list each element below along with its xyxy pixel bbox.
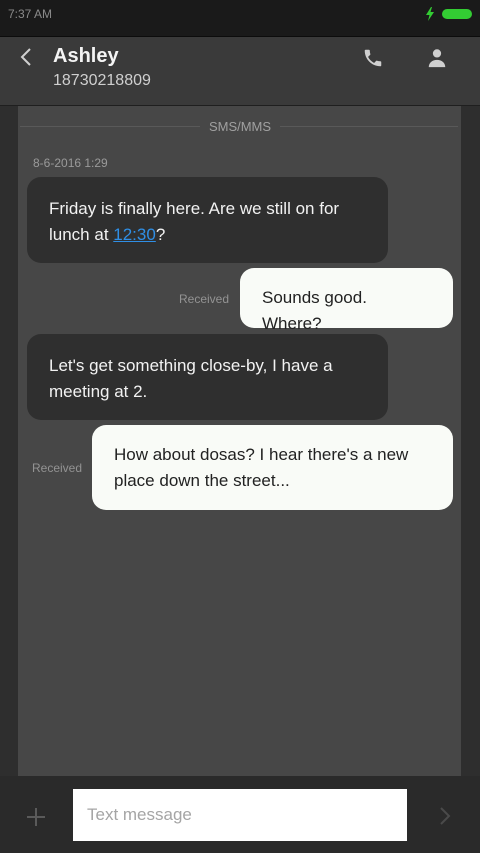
charging-bolt-icon [426, 7, 434, 21]
time-link[interactable]: 12:30 [113, 225, 156, 244]
separator-line [280, 126, 458, 127]
status-bar: 7:37 AM [0, 0, 480, 37]
phone-icon[interactable] [362, 47, 384, 69]
person-icon[interactable] [426, 47, 448, 69]
message-text: Friday is finally here. Are we still on … [49, 199, 340, 244]
left-gutter [0, 106, 18, 776]
send-icon[interactable] [438, 805, 452, 827]
message-date: 8-6-2016 1:29 [33, 156, 108, 170]
incoming-message-bubble[interactable]: Let's get something close-by, I have a m… [27, 334, 388, 420]
contact-number: 18730218809 [53, 72, 151, 89]
contact-name: Ashley [53, 45, 119, 67]
received-status: Received [179, 292, 230, 306]
outgoing-message-bubble[interactable]: How about dosas? I hear there's a new pl… [92, 425, 453, 510]
status-time: 7:37 AM [8, 7, 53, 21]
outgoing-message-bubble[interactable]: Sounds good. Where? [240, 268, 453, 333]
battery-icon [442, 9, 472, 19]
separator-line [20, 126, 200, 127]
right-gutter [461, 106, 480, 776]
incoming-message-bubble[interactable]: Friday is finally here. Are we still on … [27, 177, 388, 263]
message-input[interactable] [73, 789, 407, 841]
message-text: ? [155, 225, 166, 244]
conversation-header: Ashley 18730218809 [0, 37, 480, 106]
plus-icon[interactable] [26, 807, 46, 827]
message-text: Let's get something close-by, I have a m… [49, 356, 333, 401]
received-status: Received [32, 461, 83, 475]
channel-label: SMS/MMS [208, 119, 272, 134]
back-icon[interactable] [18, 47, 34, 67]
message-text: Sounds good. Where? [262, 288, 367, 333]
message-text: How about dosas? I hear there's a new pl… [114, 445, 409, 490]
